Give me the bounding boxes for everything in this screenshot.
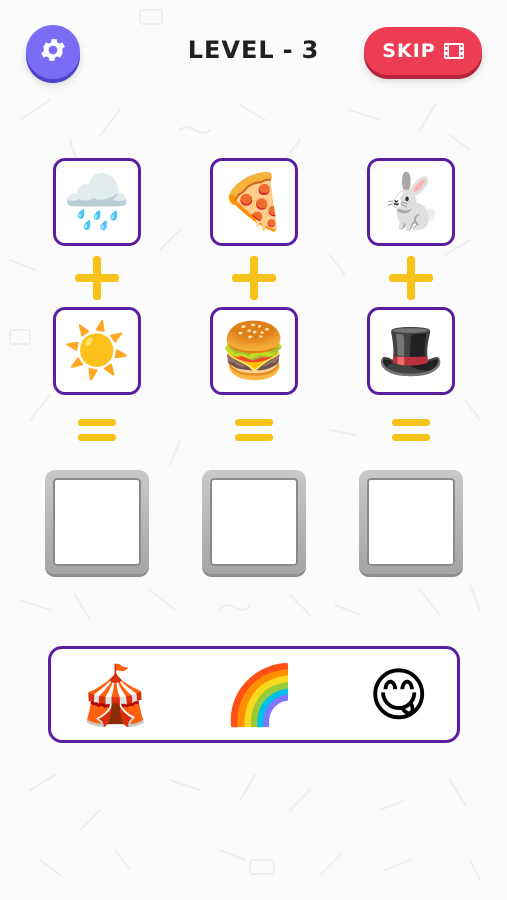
yummy-face-option[interactable]: 😋 (369, 666, 429, 724)
rainbow-option[interactable]: 🌈 (224, 666, 296, 724)
circus-tent-option[interactable]: 🎪 (79, 666, 151, 724)
rabbit-icon: 🐇 (367, 158, 455, 246)
answer-options-tray: 🎪 🌈 😋 (48, 646, 460, 743)
pizza-icon: 🍕 (210, 158, 298, 246)
equals-icon (78, 417, 116, 445)
skip-label: SKIP (382, 40, 436, 62)
top-hat-icon: 🎩 (367, 307, 455, 395)
level-label: LEVEL (187, 36, 275, 64)
background-doodle-pattern (9, 9, 481, 881)
burger-icon: 🍔 (210, 307, 298, 395)
sun-icon: ☀️ (53, 307, 141, 395)
equals-icon (235, 417, 273, 445)
level-separator: - (282, 36, 294, 64)
answer-slot-3[interactable] (359, 470, 463, 574)
plus-icon (389, 256, 433, 300)
level-number: 3 (301, 36, 320, 64)
answer-slot-1[interactable] (45, 470, 149, 574)
rain-cloud-icon: 🌧️ (53, 158, 141, 246)
plus-icon (232, 256, 276, 300)
plus-icon (75, 256, 119, 300)
answer-slot-2[interactable] (202, 470, 306, 574)
equals-icon (392, 417, 430, 445)
skip-button[interactable]: SKIP (364, 27, 482, 75)
film-icon (443, 43, 464, 59)
